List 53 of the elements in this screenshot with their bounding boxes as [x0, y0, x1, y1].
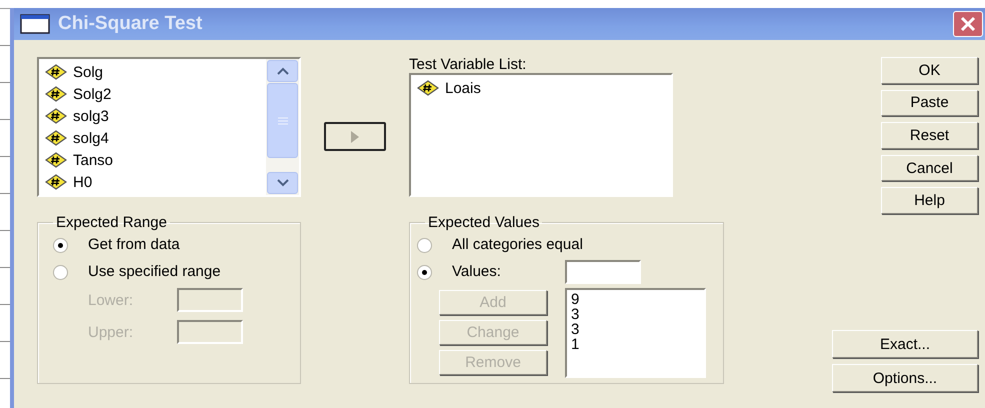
radio-label: All categories equal [452, 237, 583, 253]
field-label: Lower: [88, 292, 134, 308]
numeric-variable-icon [45, 130, 67, 146]
dialog-button[interactable]: Exact... [832, 330, 978, 358]
numeric-variable-icon [45, 108, 67, 124]
variable-item[interactable]: Solg2 [73, 86, 112, 102]
dialog-button[interactable]: Options... [832, 364, 978, 392]
dialog-button[interactable]: OK [881, 57, 978, 84]
dialog-button[interactable]: Reset [881, 122, 978, 149]
variable-item[interactable]: H0 [73, 174, 92, 190]
value-item[interactable]: 3 [571, 322, 700, 337]
value-item[interactable]: 1 [571, 337, 700, 352]
window-title: Chi-Square Test [58, 13, 204, 35]
radio-label: Use specified range [88, 264, 221, 280]
variable-item[interactable]: solg4 [73, 130, 109, 146]
radio-button[interactable] [417, 238, 432, 252]
numeric-variable-icon [45, 86, 67, 102]
numeric-variable-icon [45, 152, 67, 168]
close-icon [959, 16, 977, 32]
radio-button[interactable] [53, 264, 68, 280]
dialog-button[interactable]: Cancel [881, 154, 978, 182]
dialog-button[interactable]: Help [881, 187, 978, 214]
chevron-down-icon[interactable] [276, 179, 290, 187]
value-item[interactable]: 3 [571, 307, 700, 322]
test-variable-list[interactable]: Loais [409, 73, 673, 197]
close-button[interactable] [953, 11, 983, 37]
radio-button[interactable] [53, 238, 68, 252]
value-input-field[interactable] [565, 260, 641, 284]
chevron-up-icon[interactable] [276, 67, 290, 75]
variable-item[interactable]: Tanso [73, 152, 114, 168]
variable-item[interactable]: solg3 [73, 108, 109, 124]
input-field[interactable] [177, 288, 243, 312]
radio-label: Values: [452, 264, 501, 280]
scrollbar[interactable] [266, 59, 299, 195]
window-icon [20, 14, 50, 34]
numeric-variable-icon [417, 80, 439, 96]
values-list[interactable]: 9 3 3 1 [565, 288, 706, 378]
right-triangle-icon [351, 130, 359, 142]
input-field[interactable] [177, 320, 243, 344]
field-label: Upper: [88, 324, 134, 340]
numeric-variable-icon [45, 64, 67, 80]
test-variable-list-label: Test Variable List: [409, 57, 528, 73]
source-variable-list[interactable]: Solg Solg2 solg3 solg4 Tanso H0 [37, 57, 301, 197]
numeric-variable-icon [45, 174, 67, 190]
variable-item[interactable]: Loais [445, 80, 481, 97]
value-item[interactable]: 9 [571, 292, 700, 307]
radio-button[interactable] [417, 264, 432, 280]
group-title: Expected Range [55, 214, 168, 231]
variable-item[interactable]: Solg [73, 64, 104, 80]
group-title: Expected Values [427, 214, 540, 231]
dialog-button[interactable]: Paste [881, 90, 978, 116]
grip-icon[interactable] [276, 116, 288, 124]
radio-label: Get from data [88, 237, 180, 253]
